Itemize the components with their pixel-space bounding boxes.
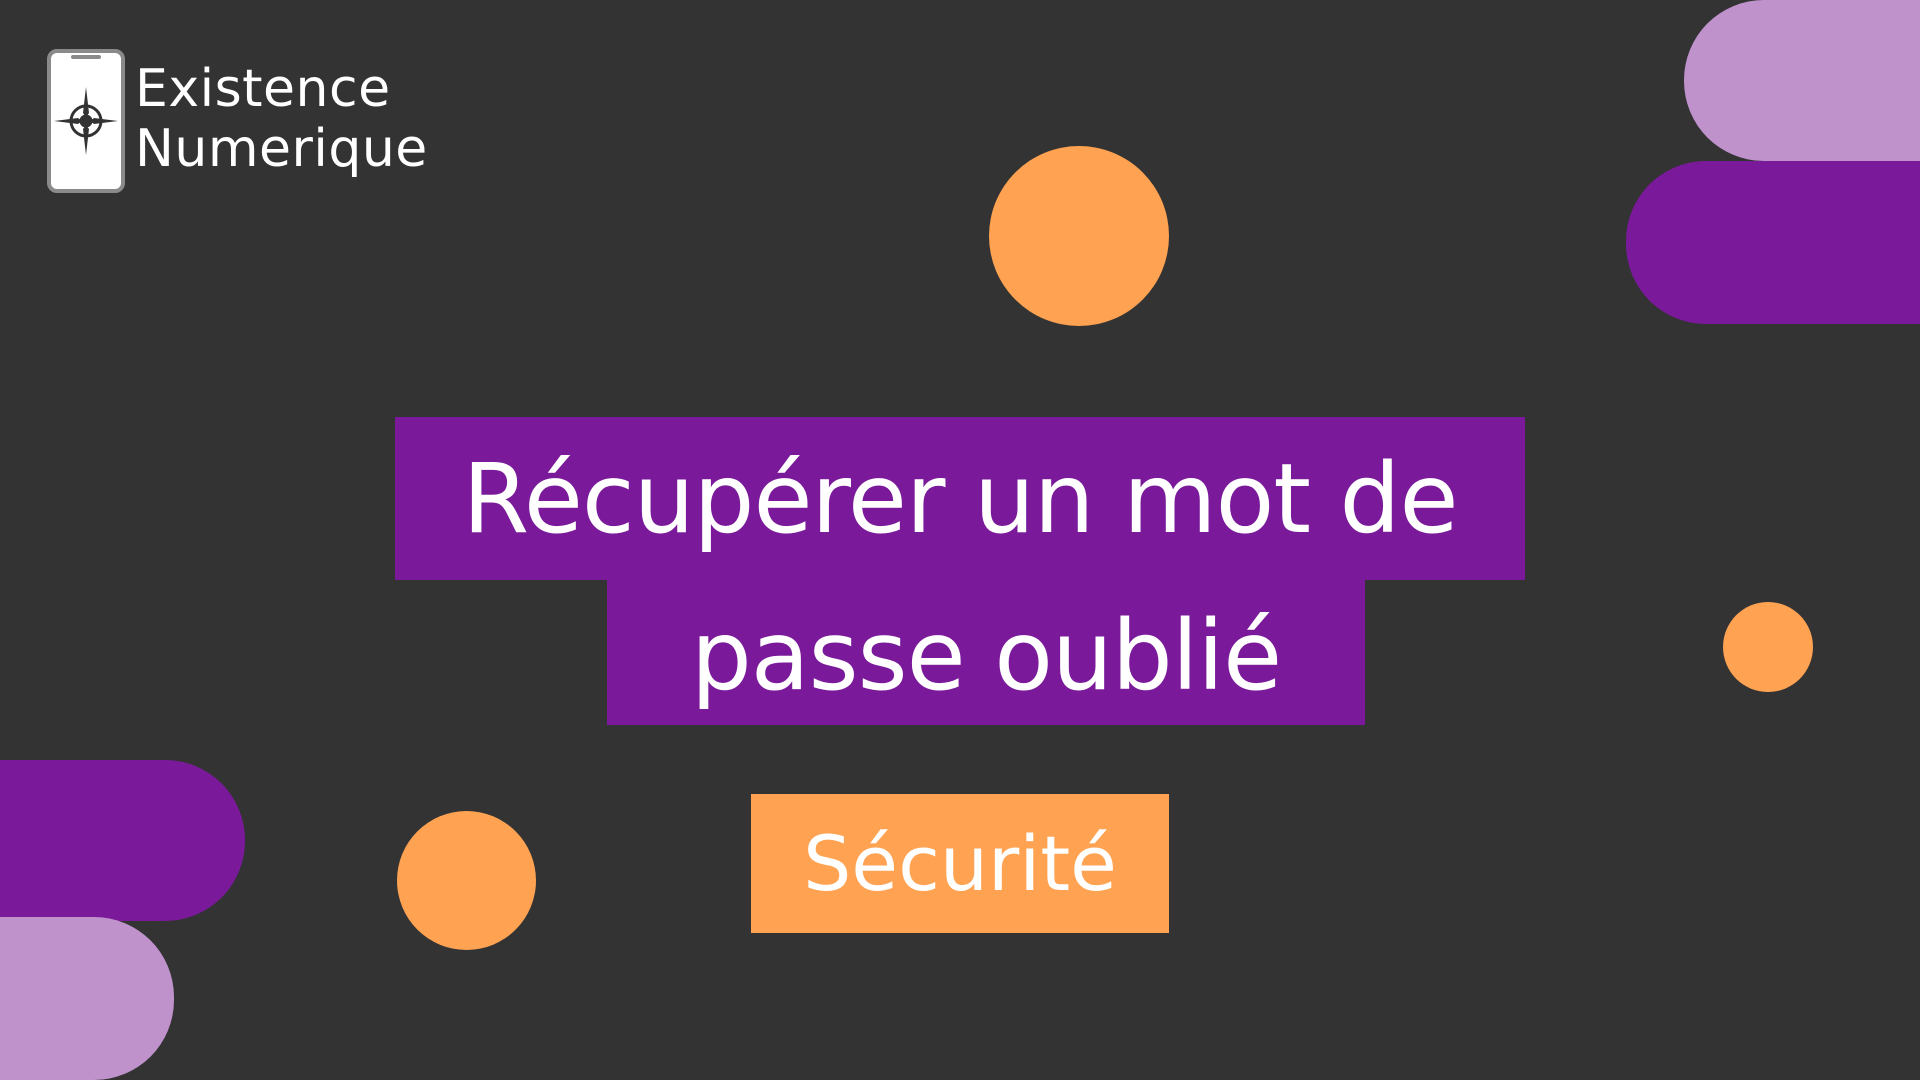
orange-circle-top-center — [989, 146, 1169, 326]
page-title-line2: passe oublié — [690, 600, 1282, 712]
thumbnail-canvas: Existence Numerique Récupérer un mot de … — [0, 0, 1920, 1080]
orange-circle-right — [1723, 602, 1813, 692]
brand-name-line1: Existence — [135, 59, 391, 119]
brand-logo: Existence Numerique — [47, 49, 507, 193]
purple-pill-top-right — [1626, 161, 1920, 324]
purple-pill-bottom-left — [0, 760, 245, 921]
brand-name: Existence Numerique — [135, 59, 428, 179]
title-highlight-line1: Récupérer un mot de — [395, 417, 1525, 580]
brand-name-line2: Numerique — [135, 119, 428, 179]
phone-compass-icon — [47, 49, 125, 193]
light-purple-pill-top-right — [1684, 0, 1920, 161]
category-label: Sécurité — [803, 819, 1117, 908]
light-purple-pill-bottom-left — [0, 917, 174, 1080]
title-highlight-line2: passe oublié — [607, 578, 1365, 725]
page-title-line1: Récupérer un mot de — [462, 443, 1458, 555]
orange-circle-bottom-left — [397, 811, 536, 950]
category-badge: Sécurité — [751, 794, 1169, 933]
